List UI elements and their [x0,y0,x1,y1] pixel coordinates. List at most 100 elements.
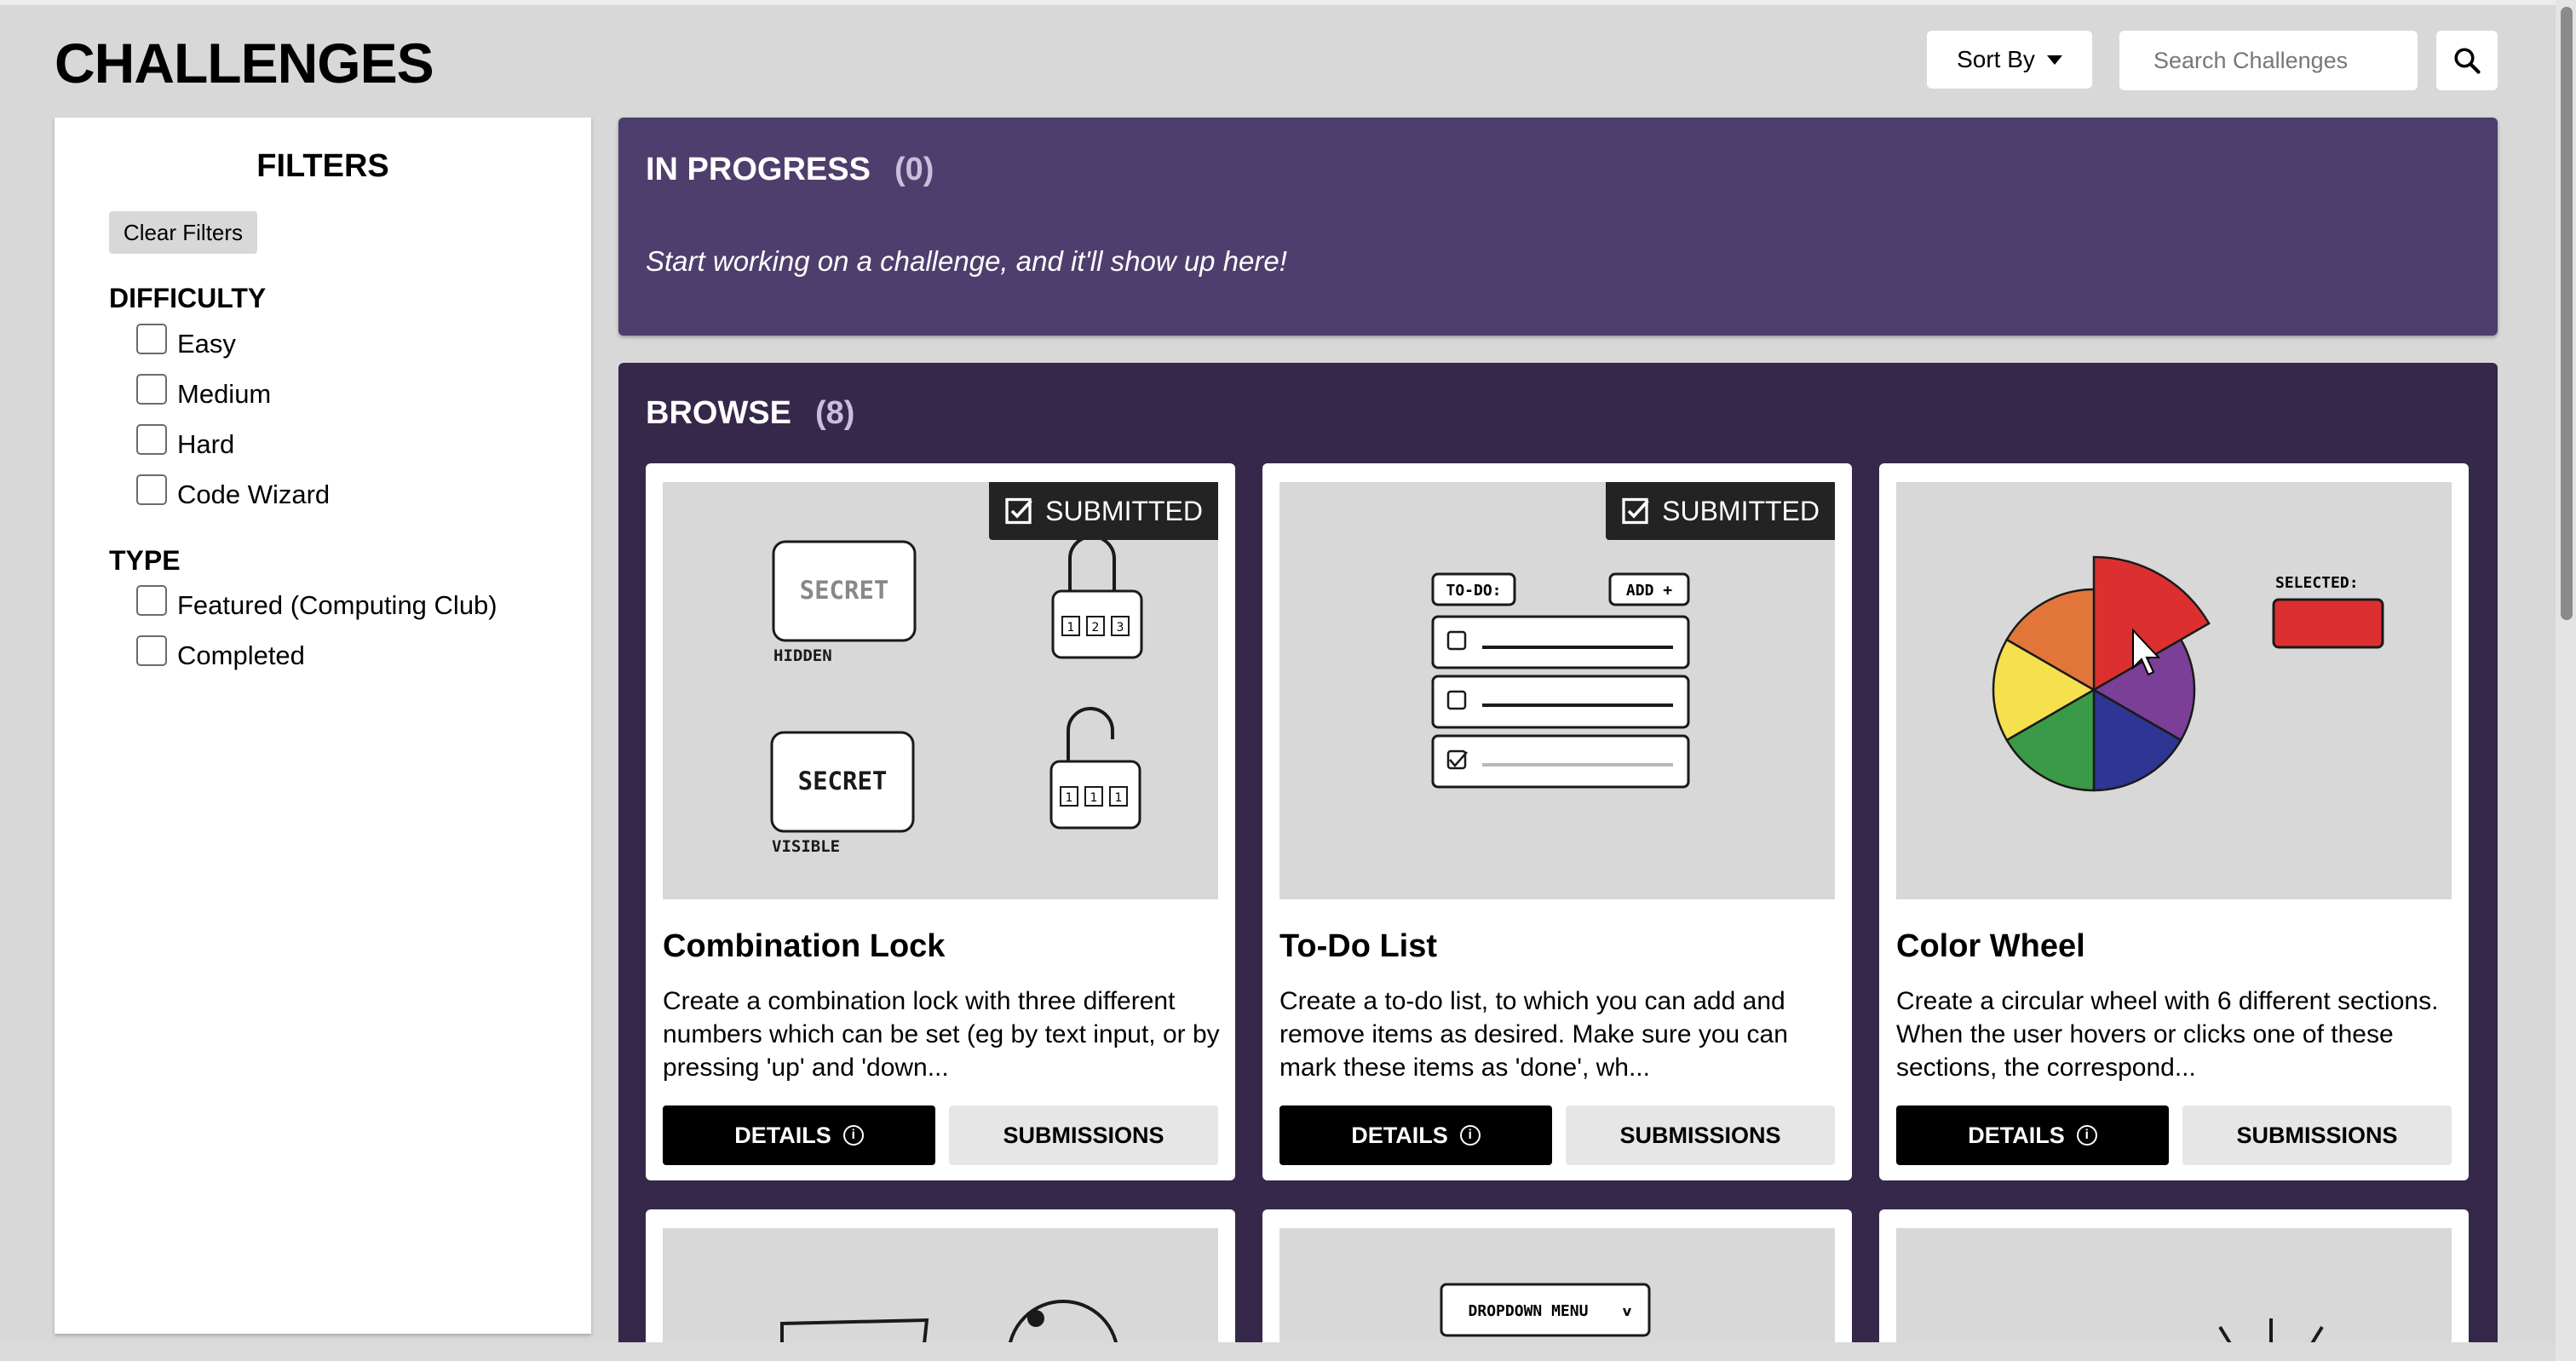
starburst-illustration [2218,1318,2324,1356]
info-icon: i [842,1125,864,1146]
checkbox-checked-icon [1005,497,1032,525]
dropdown-chevron-icon: v [1623,1303,1632,1319]
in-progress-section: IN PROGRESS (0) Start working on a challe… [618,118,2498,336]
caret-down-icon [2046,55,2062,65]
filter-featured[interactable]: Featured (Computing Club) [136,585,497,621]
todo-label: TO-DO: [1446,582,1501,600]
hidden-label: HIDDEN [773,646,832,665]
search-input[interactable] [2119,31,2418,90]
filter-completed-checkbox[interactable] [136,635,167,666]
browse-section: BROWSE (8) SECRET HIDDEN SECRET VISIBLE 1… [618,363,2498,1361]
filter-completed-label: Completed [177,640,305,670]
card-description: Create a circular wheel with 6 different… [1896,987,2439,1082]
in-progress-empty-message: Start working on a challenge, and it'll … [646,245,1287,277]
filter-featured-checkbox[interactable] [136,585,167,616]
filter-easy-label: Easy [177,329,236,359]
in-progress-title: IN PROGRESS (0) [646,152,934,188]
filter-easy-checkbox[interactable] [136,324,167,354]
filter-code-wizard-checkbox[interactable] [136,474,167,505]
info-icon: i [1459,1125,1481,1146]
browse-heading: BROWSE [646,395,791,431]
lock-digit-2: 2 [1092,621,1100,635]
challenge-card-todo-list[interactable]: TO-DO: ADD + SUBMITTED To-Do List Create… [1262,463,1852,1180]
challenge-illustration-partial-3 [1896,1228,2452,1361]
search-icon [2454,48,2481,74]
scrollbar-thumb[interactable] [2561,7,2573,620]
selected-label: SELECTED: [2275,574,2359,592]
filter-medium[interactable]: Medium [136,374,272,410]
lock-digit-3: 3 [1117,621,1124,635]
secret-hidden-text: SECRET [800,576,889,605]
todo-list-illustration: TO-DO: ADD + [1431,572,1690,789]
challenge-card-combination-lock[interactable]: SECRET HIDDEN SECRET VISIBLE 1 2 3 1 1 1… [646,463,1235,1180]
submissions-button[interactable]: SUBMISSIONS [2182,1105,2452,1165]
challenge-card-color-wheel[interactable]: SELECTED: Color Wheel Create a circular … [1879,463,2469,1180]
checkbox-checked-icon [1622,497,1649,525]
challenge-illustration-partial-2: DROPDOWN MENU v [1279,1228,1835,1361]
details-button[interactable]: DETAILS i [1896,1105,2169,1165]
filter-completed[interactable]: Completed [136,635,305,671]
browse-count: (8) [815,395,855,431]
challenge-illustration-color-wheel: SELECTED: [1896,482,2452,899]
dropdown-illustration: DROPDOWN MENU v [1440,1283,1651,1337]
dropdown-menu-label: DROPDOWN MENU [1469,1302,1589,1320]
combination-lock-illustration: SECRET HIDDEN SECRET VISIBLE 1 2 3 1 1 1 [770,535,1143,856]
challenge-illustration-partial-1 [663,1228,1218,1361]
unlock-digit-2: 1 [1090,791,1098,805]
pot-timer-illustration [780,1300,1119,1361]
type-heading: TYPE [109,545,181,576]
card-title: To-Do List [1279,928,1438,964]
window-bottom-strip [0,1342,2556,1361]
browse-title: BROWSE (8) [646,395,854,432]
unlock-digit-1: 1 [1066,791,1073,805]
submissions-button[interactable]: SUBMISSIONS [1566,1105,1835,1165]
submitted-badge: SUBMITTED [1606,482,1835,540]
add-label: ADD + [1626,582,1672,600]
search-button[interactable] [2436,31,2498,90]
color-wheel-illustration: SELECTED: [1992,555,2384,792]
filter-code-wizard[interactable]: Code Wizard [136,474,331,510]
sort-by-button[interactable]: Sort By [1927,31,2092,89]
details-label: DETAILS [1351,1122,1448,1148]
details-label: DETAILS [734,1122,831,1148]
window-top-strip [0,0,2556,5]
clear-filters-button[interactable]: Clear Filters [109,211,257,254]
submitted-badge: SUBMITTED [989,482,1218,540]
filter-medium-label: Medium [177,379,272,409]
details-button[interactable]: DETAILS i [663,1105,935,1165]
filter-hard[interactable]: Hard [136,424,235,460]
card-title: Color Wheel [1896,928,2085,964]
submissions-button[interactable]: SUBMISSIONS [949,1105,1218,1165]
visible-label: VISIBLE [772,837,840,856]
card-title: Combination Lock [663,928,946,964]
page-title: CHALLENGES [55,32,434,95]
challenge-card-partial-1[interactable] [646,1209,1235,1361]
submitted-label: SUBMITTED [1045,495,1203,526]
filter-medium-checkbox[interactable] [136,374,167,405]
filter-featured-label: Featured (Computing Club) [177,590,497,620]
challenge-illustration-combination-lock: SECRET HIDDEN SECRET VISIBLE 1 2 3 1 1 1… [663,482,1218,899]
lock-digit-1: 1 [1067,621,1075,635]
unlock-digit-3: 1 [1115,791,1123,805]
card-description: Create a to-do list, to which you can ad… [1279,987,1788,1082]
in-progress-count: (0) [894,152,934,187]
submitted-label: SUBMITTED [1662,495,1820,526]
challenge-illustration-todo-list: TO-DO: ADD + SUBMITTED [1279,482,1835,899]
secret-visible-text: SECRET [798,767,888,795]
filter-easy[interactable]: Easy [136,324,236,359]
challenge-card-partial-2[interactable]: DROPDOWN MENU v [1262,1209,1852,1361]
details-button[interactable]: DETAILS i [1279,1105,1552,1165]
selected-color-swatch [2272,598,2384,649]
filters-panel: FILTERS Clear Filters DIFFICULTY Easy Me… [55,118,591,1334]
filters-title: FILTERS [256,148,389,184]
filter-hard-label: Hard [177,429,235,459]
scrollbar-track[interactable] [2556,0,2576,1361]
challenge-card-partial-3[interactable] [1879,1209,2469,1361]
filter-code-wizard-label: Code Wizard [177,480,331,509]
sort-by-label: Sort By [1957,46,2035,72]
card-description: Create a combination lock with three dif… [663,987,1220,1082]
difficulty-heading: DIFFICULTY [109,283,267,313]
info-icon: i [2076,1125,2097,1146]
in-progress-heading: IN PROGRESS [646,152,871,187]
filter-hard-checkbox[interactable] [136,424,167,455]
